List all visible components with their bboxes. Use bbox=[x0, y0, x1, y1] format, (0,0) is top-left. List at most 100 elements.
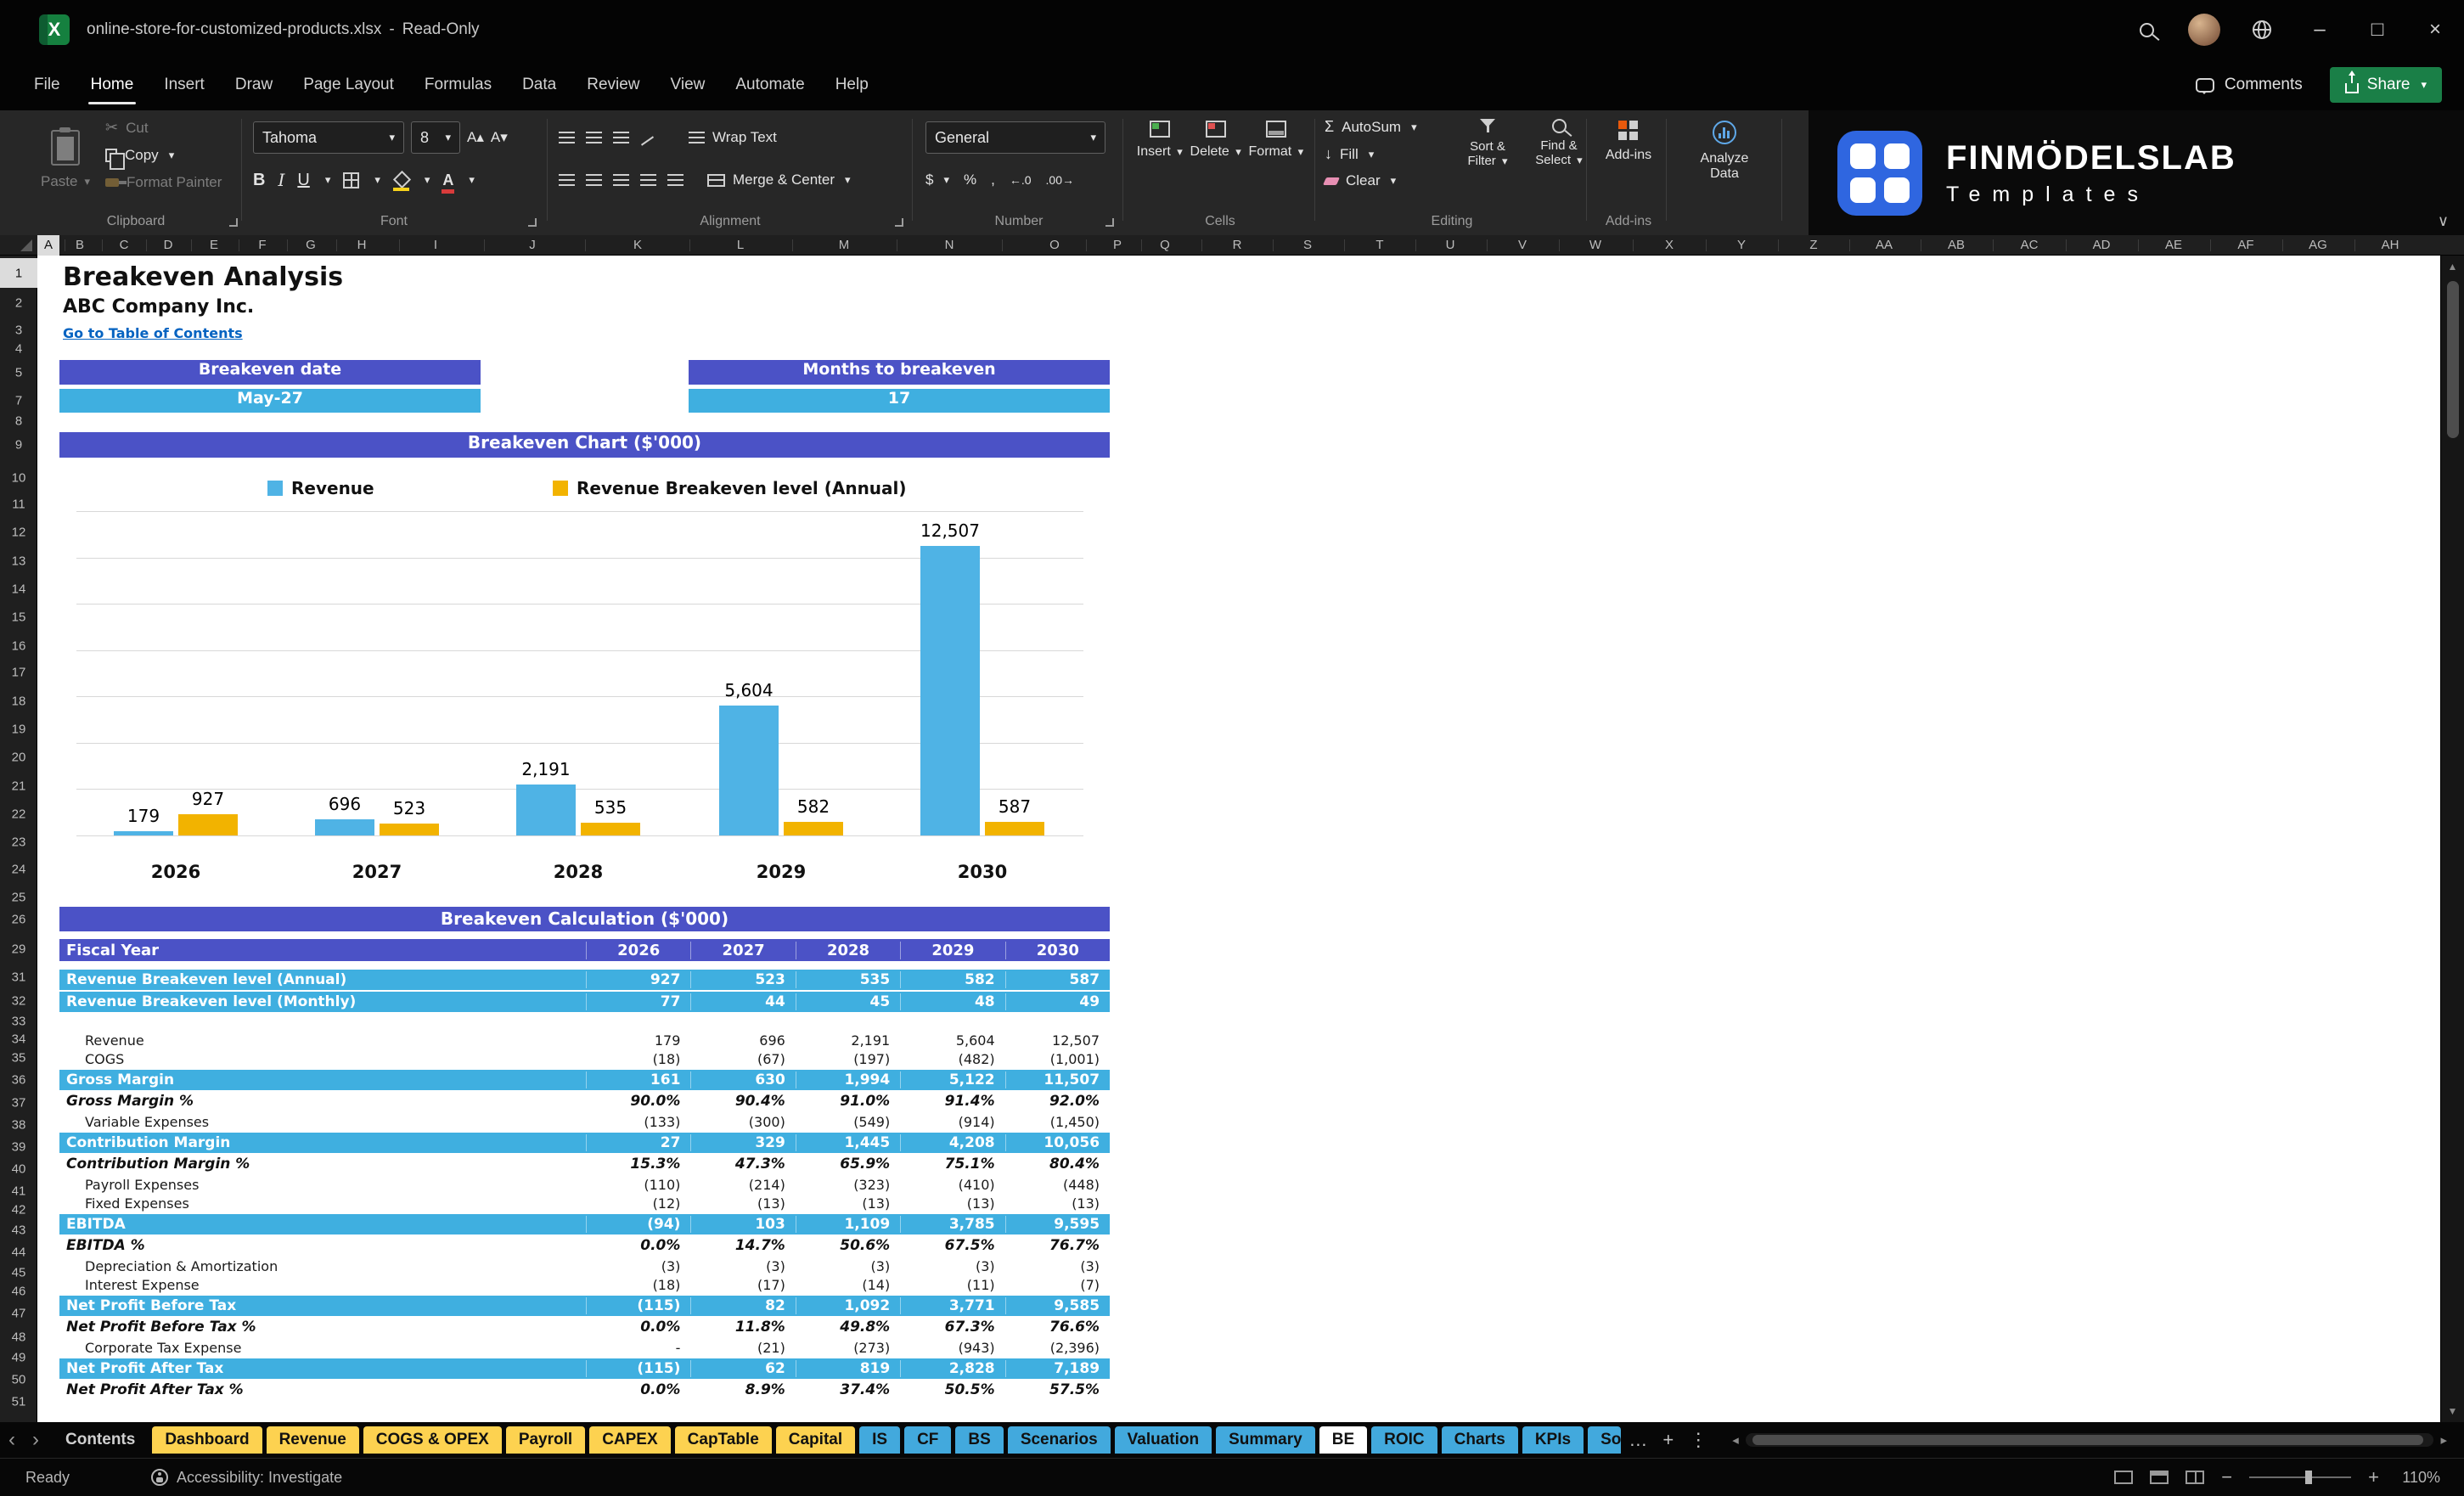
cell-revenue-2029[interactable]: 5,604 bbox=[900, 1032, 1004, 1049]
cell-gross-margin-2030[interactable]: 11,507 bbox=[1004, 1071, 1110, 1088]
cell-payroll-expenses-2026[interactable]: (110) bbox=[586, 1177, 690, 1193]
cell-ebitda-2027[interactable]: 103 bbox=[690, 1216, 795, 1233]
cell-revenue-breakeven-level-annual-2029[interactable]: 582 bbox=[900, 971, 1004, 988]
row-label-gross-margin[interactable]: Gross Margin % bbox=[59, 1093, 586, 1110]
column-header-ad[interactable]: AD bbox=[2093, 235, 2111, 256]
column-header-h[interactable]: H bbox=[357, 235, 367, 256]
cell-net-profit-before-tax-2028[interactable]: 1,092 bbox=[795, 1297, 900, 1314]
row-header-39[interactable]: 39 bbox=[0, 1140, 37, 1155]
row-header-18[interactable]: 18 bbox=[0, 695, 37, 709]
column-header-a[interactable]: A bbox=[44, 235, 53, 256]
cell-ebitda-2029[interactable]: 67.5% bbox=[900, 1237, 1004, 1254]
row-label-net-profit-before-tax[interactable]: Net Profit Before Tax bbox=[59, 1297, 586, 1314]
cell-contribution-margin-2026[interactable]: 15.3% bbox=[586, 1156, 690, 1173]
search-button[interactable] bbox=[2118, 0, 2175, 59]
increase-decimal-button[interactable]: ←.0 bbox=[1010, 173, 1032, 187]
row-header-8[interactable]: 8 bbox=[0, 414, 37, 429]
alignment-dialog-launcher[interactable] bbox=[895, 218, 903, 227]
column-header-e[interactable]: E bbox=[210, 235, 218, 256]
cell-revenue-breakeven-level-annual-2027[interactable]: 523 bbox=[690, 971, 795, 988]
cell-net-profit-before-tax-2026[interactable]: 0.0% bbox=[586, 1319, 690, 1336]
share-button[interactable]: Share ▾ bbox=[2329, 67, 2442, 103]
column-header-r[interactable]: R bbox=[1233, 235, 1242, 256]
select-all-corner[interactable] bbox=[20, 239, 32, 251]
cell-payroll-expenses-2027[interactable]: (214) bbox=[690, 1177, 795, 1193]
clear-button[interactable]: Clear ▾ bbox=[1322, 172, 1417, 189]
cell-gross-margin-2027[interactable]: 630 bbox=[690, 1071, 795, 1088]
sheet-tab-payroll[interactable]: Payroll bbox=[505, 1426, 586, 1454]
sort-filter-button[interactable]: Sort & Filter ▾ bbox=[1455, 119, 1520, 168]
prev-sheet-button[interactable]: ‹ bbox=[0, 1428, 24, 1452]
cell-revenue-2026[interactable]: 179 bbox=[586, 1032, 690, 1049]
cell-fixed-expenses-2030[interactable]: (13) bbox=[1005, 1195, 1110, 1212]
merge-center-button[interactable]: Merge & Center ▾ bbox=[707, 172, 851, 188]
wrap-text-button[interactable]: Wrap Text bbox=[689, 129, 777, 146]
row-header-41[interactable]: 41 bbox=[0, 1184, 37, 1199]
cell-contribution-margin-2029[interactable]: 4,208 bbox=[900, 1134, 1004, 1151]
cell-variable-expenses-2026[interactable]: (133) bbox=[586, 1114, 690, 1130]
cell-cogs-2029[interactable]: (482) bbox=[900, 1051, 1004, 1067]
row-label-corporate-tax-expense[interactable]: Corporate Tax Expense bbox=[59, 1340, 586, 1356]
cell-revenue-breakeven-level-monthly-2029[interactable]: 48 bbox=[900, 993, 1004, 1010]
more-sheets-button[interactable]: … bbox=[1621, 1429, 1655, 1451]
row-header-51[interactable]: 51 bbox=[0, 1395, 37, 1409]
vertical-scrollbar-thumb[interactable] bbox=[2446, 281, 2459, 438]
column-header-ae[interactable]: AE bbox=[2165, 235, 2182, 256]
cell-depreciation-amortization-2028[interactable]: (3) bbox=[796, 1258, 900, 1274]
sheet-tab-captable[interactable]: CapTable bbox=[674, 1426, 772, 1454]
sheet-tab-is[interactable]: IS bbox=[859, 1426, 901, 1454]
vertical-scrollbar[interactable]: ▲ ▼ bbox=[2440, 256, 2464, 1422]
cell-net-profit-before-tax-2028[interactable]: 49.8% bbox=[796, 1319, 900, 1336]
cell-variable-expenses-2029[interactable]: (914) bbox=[900, 1114, 1004, 1130]
font-size-select[interactable]: 8 ▾ bbox=[411, 121, 460, 154]
zoom-slider[interactable] bbox=[2249, 1471, 2352, 1484]
cell-corporate-tax-expense-2026[interactable]: - bbox=[586, 1340, 690, 1356]
decrease-decimal-button[interactable]: .00→ bbox=[1046, 173, 1074, 187]
cell-interest-expense-2029[interactable]: (11) bbox=[900, 1277, 1004, 1293]
row-label-gross-margin[interactable]: Gross Margin bbox=[59, 1071, 586, 1088]
column-header-d[interactable]: D bbox=[164, 235, 173, 256]
row-header-34[interactable]: 34 bbox=[0, 1032, 37, 1047]
cell-revenue-2027[interactable]: 696 bbox=[690, 1032, 795, 1049]
cell-ebitda-2026[interactable]: (94) bbox=[586, 1216, 690, 1233]
column-header-ah[interactable]: AH bbox=[2382, 235, 2399, 256]
cell-depreciation-amortization-2027[interactable]: (3) bbox=[690, 1258, 795, 1274]
cell-gross-margin-2028[interactable]: 91.0% bbox=[796, 1093, 900, 1110]
row-header-19[interactable]: 19 bbox=[0, 723, 37, 737]
cell-gross-margin-2026[interactable]: 90.0% bbox=[586, 1093, 690, 1110]
cell-interest-expense-2028[interactable]: (14) bbox=[796, 1277, 900, 1293]
cell-revenue-2028[interactable]: 2,191 bbox=[796, 1032, 900, 1049]
cell-depreciation-amortization-2026[interactable]: (3) bbox=[586, 1258, 690, 1274]
row-label-net-profit-after-tax[interactable]: Net Profit After Tax bbox=[59, 1360, 586, 1377]
row-label-contribution-margin[interactable]: Contribution Margin bbox=[59, 1134, 586, 1151]
next-sheet-button[interactable]: › bbox=[24, 1428, 48, 1452]
sheet-tab-so[interactable]: So bbox=[1588, 1426, 1622, 1454]
format-cells-button[interactable]: Format ▾ bbox=[1249, 121, 1303, 160]
row-header-10[interactable]: 10 bbox=[0, 471, 37, 486]
normal-view-icon[interactable] bbox=[2114, 1471, 2134, 1484]
cell-variable-expenses-2027[interactable]: (300) bbox=[690, 1114, 795, 1130]
row-header-15[interactable]: 15 bbox=[0, 610, 37, 625]
collapse-ribbon-button[interactable]: ∨ bbox=[2438, 212, 2449, 230]
cell-net-profit-after-tax-2027[interactable]: 62 bbox=[690, 1360, 795, 1377]
cell-revenue-breakeven-level-monthly-2027[interactable]: 44 bbox=[690, 993, 795, 1010]
cell-contribution-margin-2029[interactable]: 75.1% bbox=[900, 1156, 1004, 1173]
accessibility-status[interactable]: Accessibility: Investigate bbox=[151, 1469, 342, 1487]
close-button[interactable]: × bbox=[2406, 0, 2464, 59]
column-header-u[interactable]: U bbox=[1446, 235, 1455, 256]
cell-cogs-2028[interactable]: (197) bbox=[796, 1051, 900, 1067]
table-header-fiscal-year[interactable]: Fiscal Year bbox=[59, 942, 586, 959]
row-header-3[interactable]: 3 bbox=[0, 323, 37, 338]
cell-net-profit-after-tax-2030[interactable]: 57.5% bbox=[1005, 1381, 1110, 1398]
cell-fixed-expenses-2027[interactable]: (13) bbox=[690, 1195, 795, 1212]
decrease-font-button[interactable]: A▾ bbox=[491, 129, 508, 146]
cell-net-profit-after-tax-2028[interactable]: 37.4% bbox=[796, 1381, 900, 1398]
align-left-button[interactable] bbox=[559, 174, 575, 186]
table-header-2027[interactable]: 2027 bbox=[690, 941, 795, 959]
cell-net-profit-before-tax-2027[interactable]: 11.8% bbox=[690, 1319, 795, 1336]
clipboard-dialog-launcher[interactable] bbox=[229, 218, 238, 227]
cell-cogs-2030[interactable]: (1,001) bbox=[1005, 1051, 1110, 1067]
scroll-right-icon[interactable]: ▸ bbox=[2440, 1432, 2447, 1448]
breakeven-date-value[interactable]: May-27 bbox=[59, 389, 481, 413]
row-header-47[interactable]: 47 bbox=[0, 1307, 37, 1321]
